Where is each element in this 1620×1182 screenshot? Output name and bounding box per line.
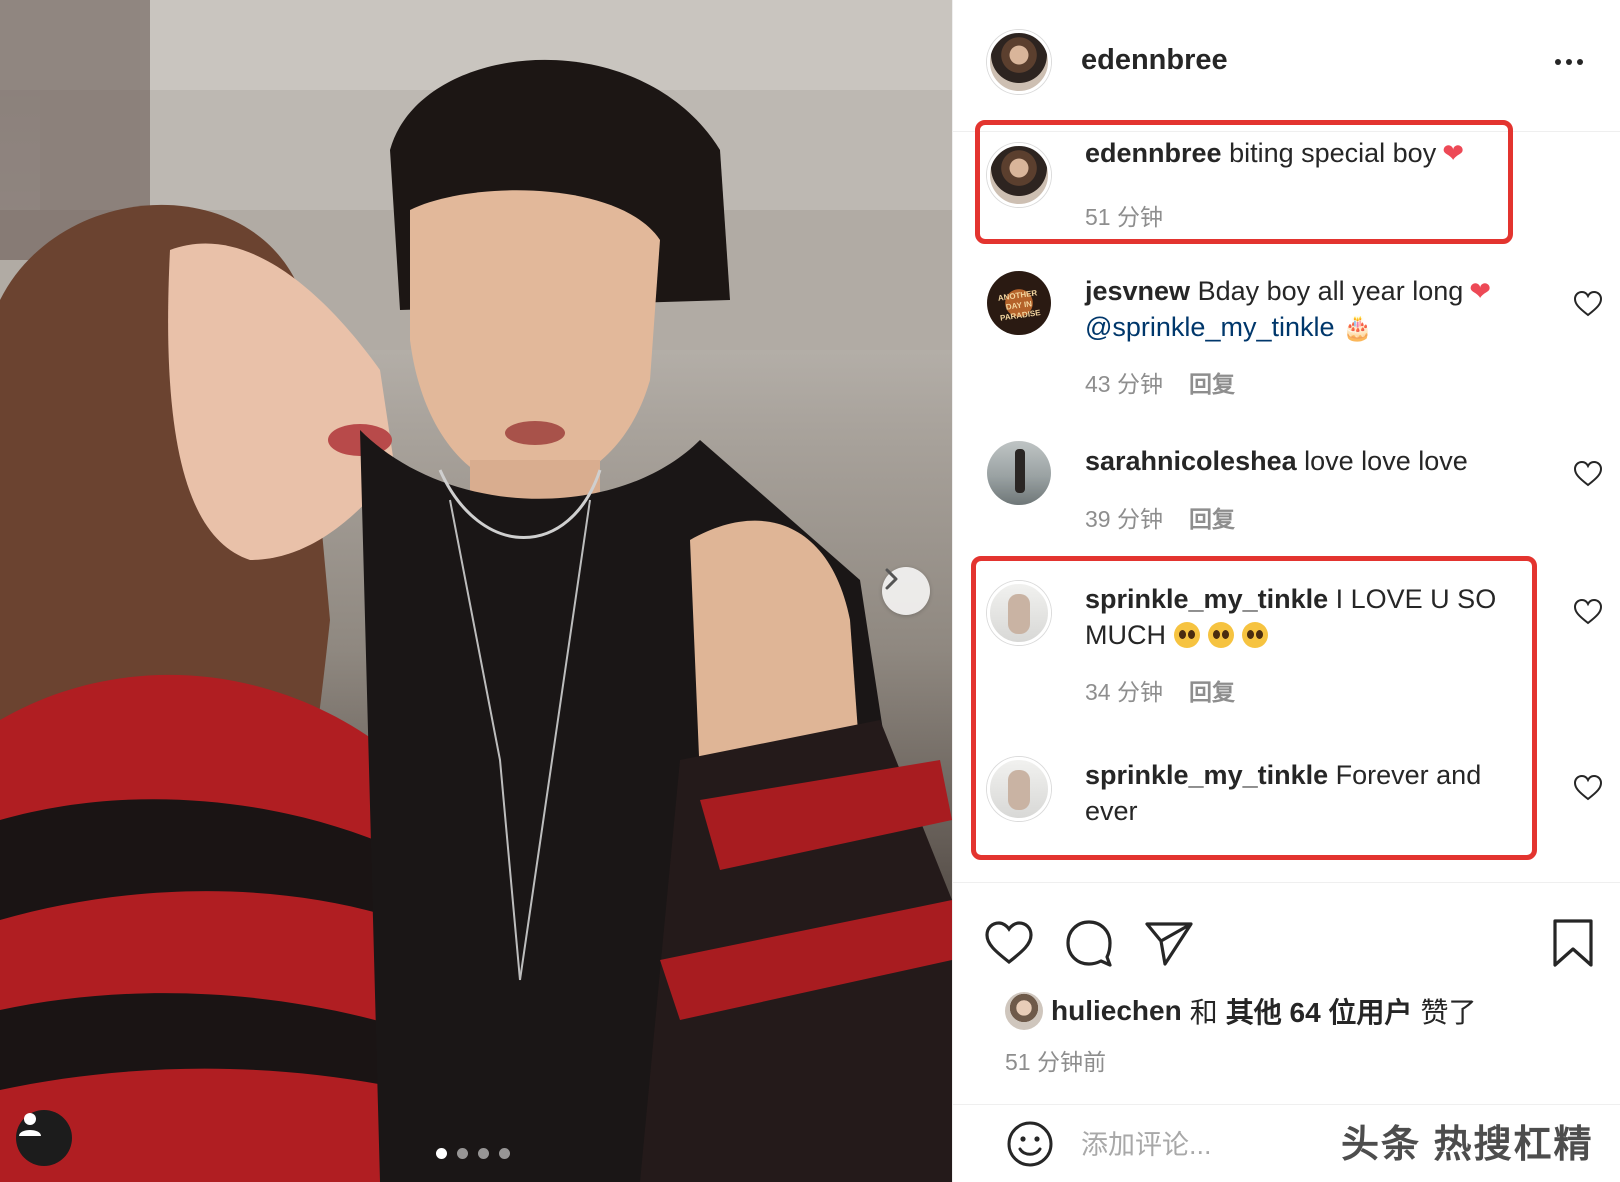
tagged-users-button[interactable] <box>16 1110 72 1166</box>
comment-body: sprinkle_my_tinkle I LOVE U SO MUCH <box>1085 581 1525 653</box>
author-username[interactable]: edennbree <box>1081 44 1228 77</box>
comment-body: edennbree biting special boy ❤ <box>1085 135 1555 171</box>
comment-meta: 51 分钟 <box>1085 198 1163 232</box>
comment-text: biting special boy <box>1229 138 1437 168</box>
post-header: edennbree <box>953 0 1620 132</box>
commenter-avatar[interactable] <box>987 143 1051 207</box>
author-avatar[interactable] <box>987 30 1051 94</box>
comment-username[interactable]: edennbree <box>1085 138 1222 168</box>
likes-connector: 和 <box>1189 997 1218 1028</box>
carousel-indicator <box>436 1148 510 1159</box>
likes-others-link[interactable]: 其他 64 位用户 <box>1226 991 1413 1031</box>
like-comment-heart-icon[interactable] <box>1573 459 1603 489</box>
comment-body: sprinkle_my_tinkle Forever and ever <box>1085 757 1525 829</box>
comment-time[interactable]: 51 分钟 <box>1085 198 1163 232</box>
dot-icon <box>1577 59 1583 65</box>
like-comment-heart-icon[interactable] <box>1573 773 1603 803</box>
reply-button[interactable]: 回复 <box>1189 673 1235 707</box>
pleading-face-emoji-icon <box>1208 622 1234 648</box>
comment-body: sarahnicoleshea love love love <box>1085 443 1525 479</box>
carousel-dot <box>436 1148 447 1159</box>
comment-bubble-icon[interactable] <box>1063 917 1115 969</box>
comment-text: Bday boy all year long <box>1197 276 1464 306</box>
comments-list: edennbree biting special boy ❤ 51 分钟 ANOT… <box>953 133 1620 881</box>
more-options-button[interactable] <box>1549 50 1589 74</box>
avatar-text: ANOTHER DAY IN PARADISE <box>997 288 1042 323</box>
add-comment-input[interactable] <box>1081 1123 1381 1167</box>
post-side-panel: edennbree edennbree biting special boy ❤ … <box>952 0 1620 1182</box>
comment-username[interactable]: sprinkle_my_tinkle <box>1085 584 1328 614</box>
likes-summary: huliechen 和 其他 64 位用户 赞了 <box>1005 991 1476 1031</box>
comment-time[interactable]: 34 分钟 <box>1085 673 1163 707</box>
carousel-next-button[interactable] <box>882 567 930 615</box>
emoji-picker-icon[interactable] <box>1005 1119 1055 1169</box>
comment-body: jesvnew Bday boy all year long ❤ @sprinkl… <box>1085 273 1555 347</box>
comment-mention[interactable]: @sprinkle_my_tinkle <box>1085 312 1335 342</box>
post-timestamp[interactable]: 51 分钟前 <box>1005 1043 1106 1077</box>
commenter-avatar[interactable] <box>987 581 1051 645</box>
heart-emoji-icon: ❤ <box>1469 276 1492 306</box>
liker-avatar[interactable] <box>1005 992 1043 1030</box>
chevron-right-icon <box>885 568 898 590</box>
share-paper-plane-icon[interactable] <box>1143 917 1195 969</box>
add-comment-bar: 头条 热搜杠精 <box>953 1104 1620 1182</box>
commenter-avatar[interactable] <box>987 757 1051 821</box>
commenter-avatar[interactable] <box>987 441 1051 505</box>
liker-username[interactable]: huliechen <box>1051 995 1182 1027</box>
likes-suffix: 赞了 <box>1420 997 1477 1028</box>
carousel-dot <box>457 1148 468 1159</box>
post-actions: huliechen 和 其他 64 位用户 赞了 51 分钟前 <box>953 882 1620 1102</box>
dot-icon <box>1566 59 1572 65</box>
reply-button[interactable]: 回复 <box>1189 500 1235 534</box>
watermark-text: 头条 热搜杠精 <box>1341 1124 1594 1166</box>
post-photo <box>0 0 952 1182</box>
commenter-avatar[interactable]: ANOTHER DAY IN PARADISE <box>987 271 1051 335</box>
comment-username[interactable]: sprinkle_my_tinkle <box>1085 760 1328 790</box>
comment-meta: 43 分钟 回复 <box>1085 365 1235 399</box>
photo-illustration <box>0 0 952 1182</box>
reply-button[interactable]: 回复 <box>1189 365 1235 399</box>
heart-emoji-icon: ❤ <box>1442 138 1464 168</box>
cake-emoji-icon: 🎂 <box>1342 315 1373 342</box>
dot-icon <box>1555 59 1561 65</box>
carousel-dot <box>499 1148 510 1159</box>
like-comment-heart-icon[interactable] <box>1573 289 1603 319</box>
carousel-dot <box>478 1148 489 1159</box>
comment-time[interactable]: 43 分钟 <box>1085 365 1163 399</box>
pleading-face-emoji-icon <box>1242 622 1268 648</box>
comment-username[interactable]: jesvnew <box>1085 276 1190 306</box>
comment-text: love love love <box>1304 446 1468 476</box>
user-icon <box>19 1113 41 1136</box>
like-comment-heart-icon[interactable] <box>1573 597 1603 627</box>
comment-meta: 39 分钟 回复 <box>1085 500 1235 534</box>
like-heart-icon[interactable] <box>983 917 1035 969</box>
comment-username[interactable]: sarahnicoleshea <box>1085 446 1297 476</box>
pleading-face-emoji-icon <box>1174 622 1200 648</box>
comment-time[interactable]: 39 分钟 <box>1085 500 1163 534</box>
save-bookmark-icon[interactable] <box>1547 917 1599 969</box>
comment-meta: 34 分钟 回复 <box>1085 673 1235 707</box>
